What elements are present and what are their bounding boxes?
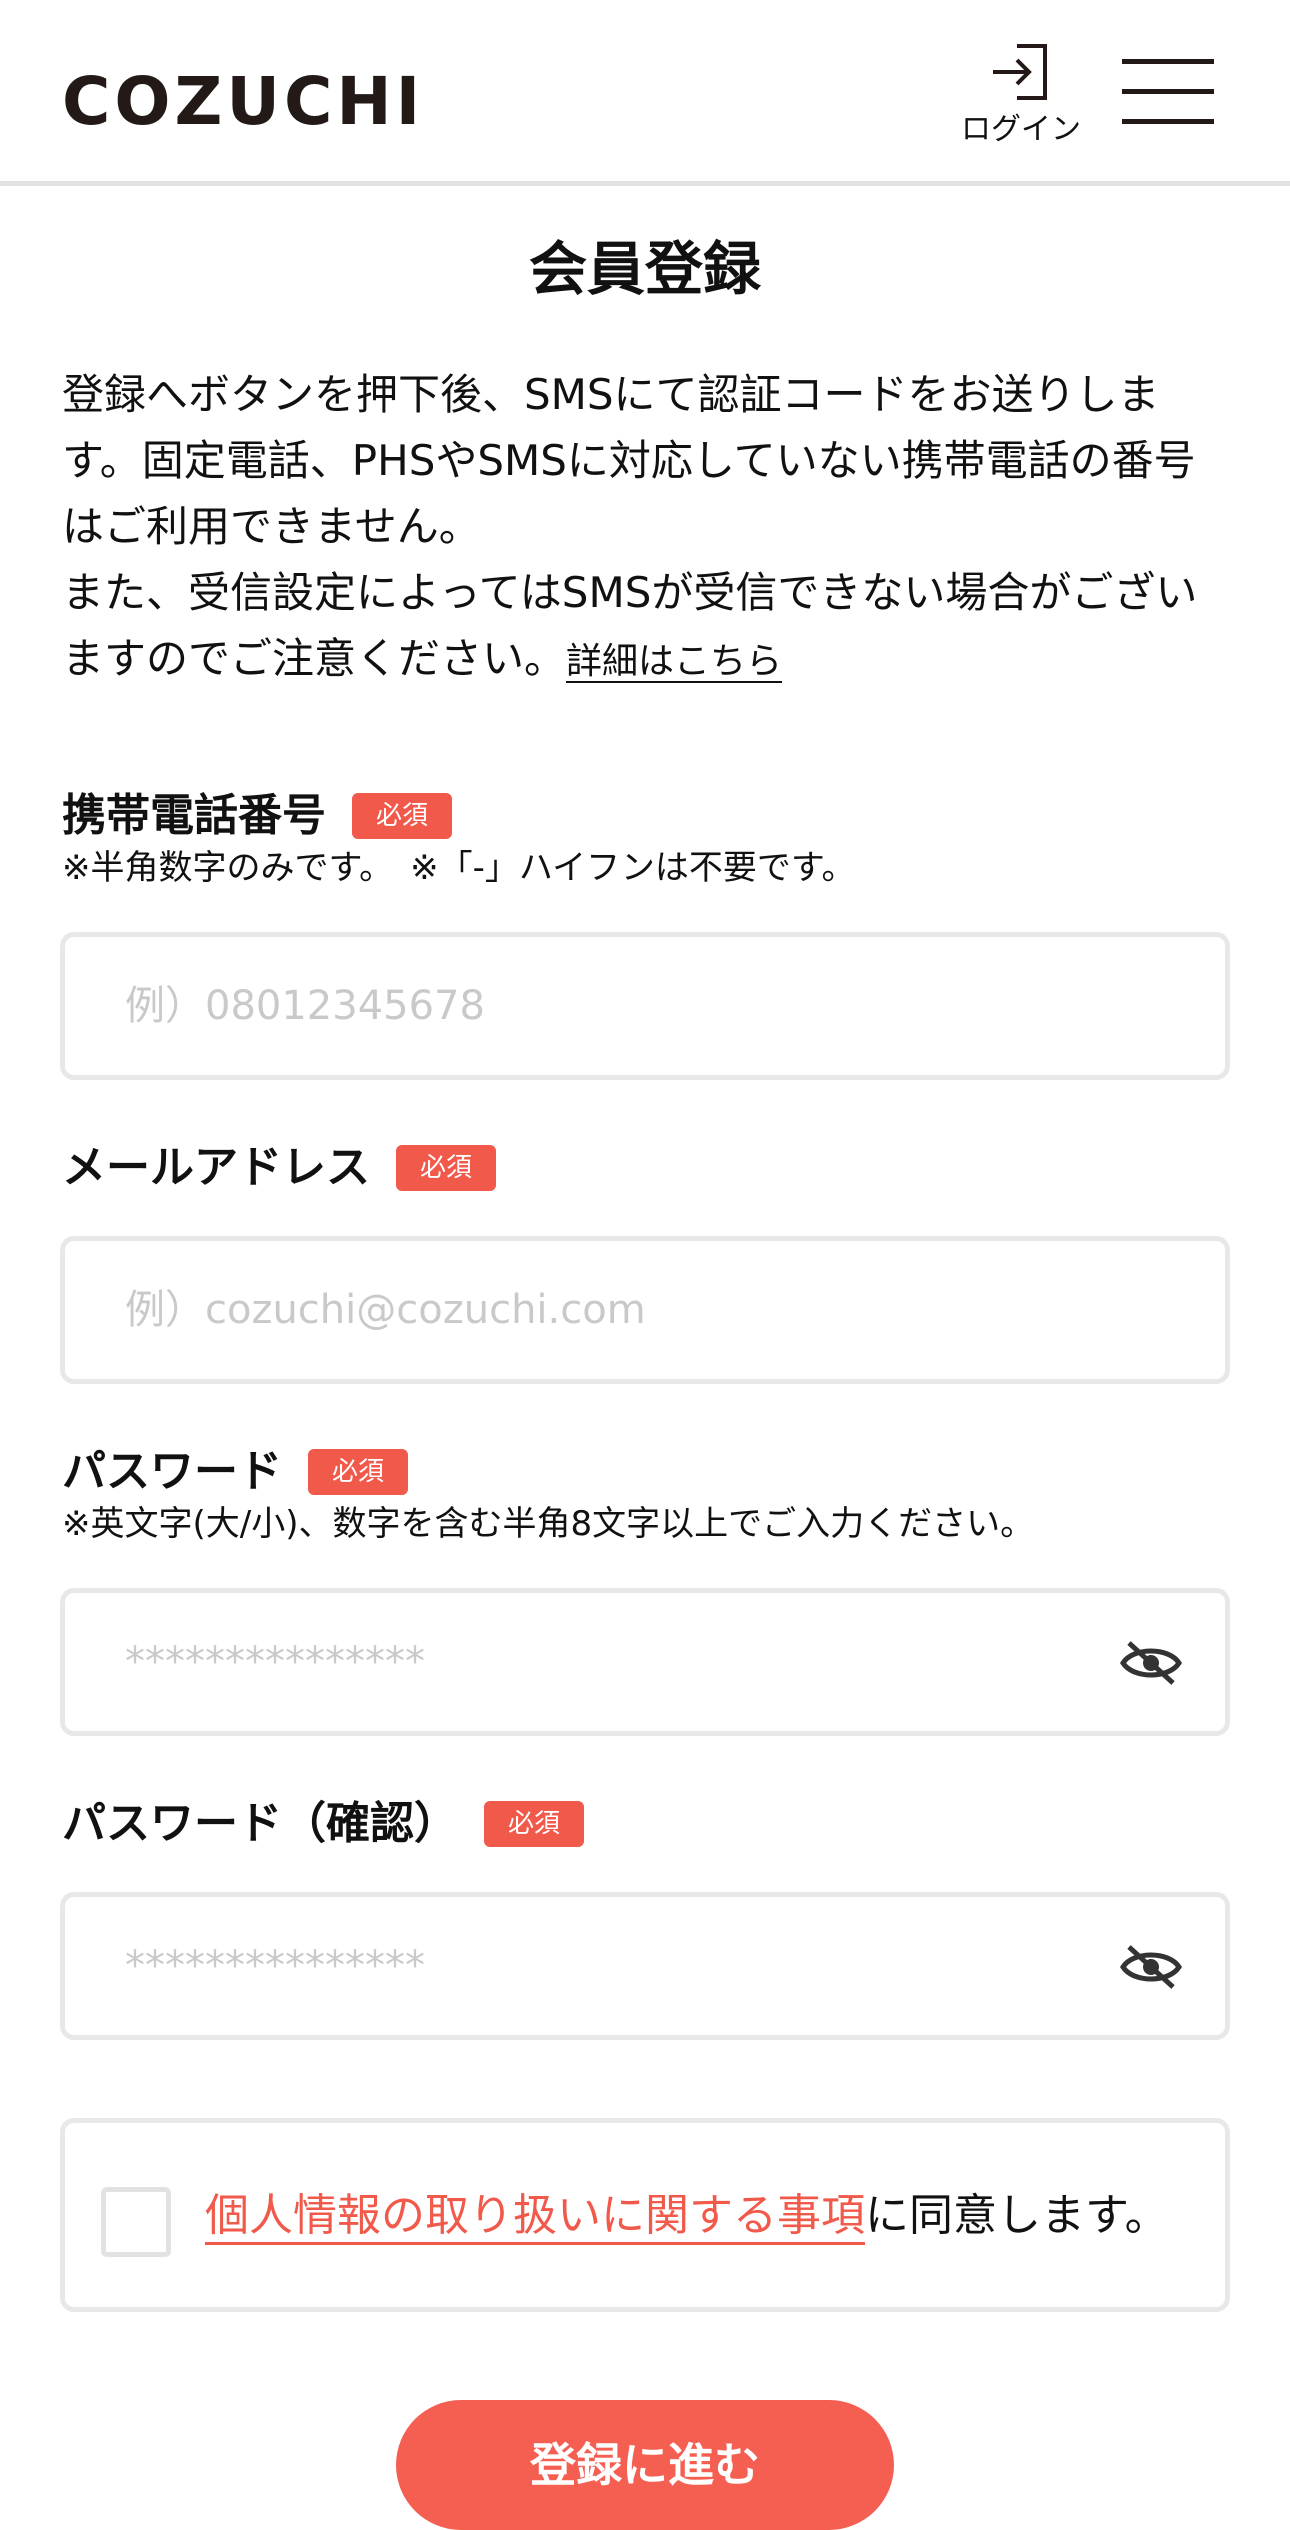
email-label: メールアドレス 必須	[62, 1140, 497, 1196]
agreement-checkbox[interactable]	[101, 2187, 171, 2257]
password-label: パスワード 必須	[62, 1444, 409, 1500]
password-confirm-field-container	[60, 1892, 1230, 2040]
phone-label: 携帯電話番号 必須	[62, 788, 453, 844]
agreement-suffix: に同意します。	[865, 2190, 1169, 2241]
detail-link[interactable]: 詳細はこちら	[566, 641, 782, 682]
phone-note: ※半角数字のみです。 ※「-」ハイフンは不要です。	[62, 848, 856, 888]
password-label-text: パスワード	[62, 1446, 282, 1497]
site-header: COZUCHI ログイン	[0, 0, 1290, 186]
required-badge: 必須	[396, 1145, 497, 1191]
login-button[interactable]: ログイン	[946, 36, 1096, 156]
phone-label-text: 携帯電話番号	[62, 790, 326, 841]
page-title: 会員登録	[528, 235, 761, 303]
intro-paragraph-2: また、受信設定によってはSMSが受信できない場合がございますのでご注意ください。…	[62, 560, 1232, 695]
logo[interactable]: COZUCHI	[62, 62, 424, 142]
phone-field-container	[60, 932, 1230, 1080]
password-note: ※英文字(大/小)、数字を含む半角8文字以上でご入力ください。	[62, 1504, 1035, 1544]
hamburger-menu-icon[interactable]	[1122, 56, 1216, 128]
intro-paragraph-1: 登録へボタンを押下後、SMSにて認証コードをお送りします。固定電話、PHSやSM…	[62, 370, 1196, 551]
password-confirm-label: パスワード（確認） 必須	[62, 1796, 585, 1852]
password-confirm-input[interactable]	[65, 1897, 1225, 2035]
eye-slash-icon[interactable]	[1119, 1637, 1183, 1689]
required-badge: 必須	[308, 1449, 409, 1495]
password-confirm-label-text: パスワード（確認）	[62, 1798, 458, 1849]
password-field-container	[60, 1588, 1230, 1736]
intro-text: 登録へボタンを押下後、SMSにて認証コードをお送りします。固定電話、PHSやSM…	[62, 362, 1232, 695]
phone-input[interactable]	[65, 937, 1225, 1075]
email-label-text: メールアドレス	[62, 1142, 370, 1193]
agreement-text: 個人情報の取り扱いに関する事項に同意します。	[205, 2183, 1169, 2249]
email-field-container	[60, 1236, 1230, 1384]
required-badge: 必須	[484, 1801, 585, 1847]
password-input[interactable]	[65, 1593, 1225, 1731]
eye-slash-icon[interactable]	[1119, 1941, 1183, 1993]
login-icon	[993, 44, 1047, 100]
login-label: ログイン	[961, 112, 1081, 147]
submit-button[interactable]: 登録に進む	[396, 2400, 894, 2530]
required-badge: 必須	[352, 793, 453, 839]
privacy-policy-link[interactable]: 個人情報の取り扱いに関する事項	[205, 2190, 865, 2241]
email-input[interactable]	[65, 1241, 1225, 1379]
agreement-box: 個人情報の取り扱いに関する事項に同意します。	[60, 2118, 1230, 2312]
